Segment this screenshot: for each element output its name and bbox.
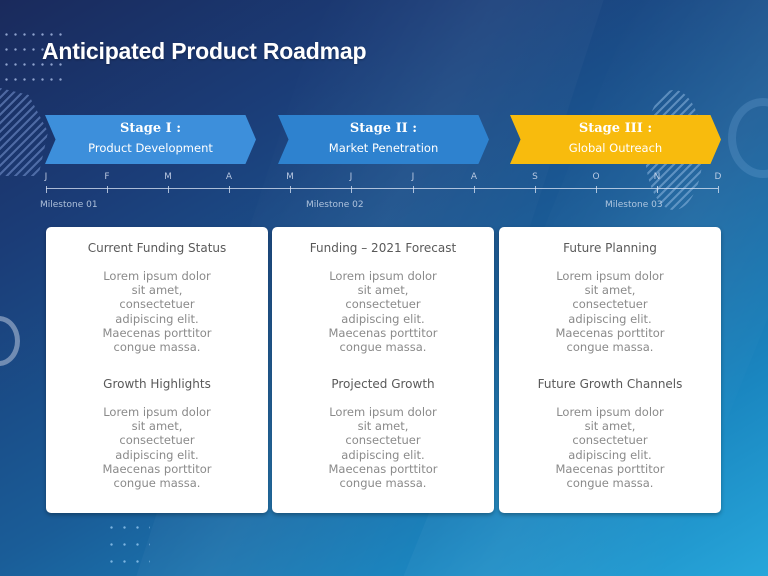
section-body: Lorem ipsum dolor sit amet, consectetuer… <box>328 269 438 355</box>
timeline-month-label: J <box>44 172 48 182</box>
stage-chevron-3: Stage III : Global Outreach <box>510 115 721 164</box>
timeline-tick <box>46 186 47 193</box>
decorative-ring <box>0 316 20 366</box>
milestone-label: Milestone 02 <box>306 200 364 210</box>
timeline-month-label: N <box>653 172 661 182</box>
timeline-month-label: O <box>592 172 600 182</box>
stage-subtitle: Market Penetration <box>328 141 439 155</box>
card-section: Projected Growth Lorem ipsum dolor sit a… <box>272 377 494 490</box>
section-heading: Future Planning <box>563 241 657 255</box>
card-section: Growth Highlights Lorem ipsum dolor sit … <box>46 377 268 490</box>
timeline-tick <box>290 186 291 193</box>
timeline-tick <box>657 186 658 193</box>
stage-chevron-1: Stage I : Product Development <box>45 115 256 164</box>
timeline-tick <box>168 186 169 193</box>
section-heading: Growth Highlights <box>103 377 211 391</box>
info-card: Current Funding Status Lorem ipsum dolor… <box>46 227 268 513</box>
card-section: Current Funding Status Lorem ipsum dolor… <box>46 241 268 354</box>
section-body: Lorem ipsum dolor sit amet, consectetuer… <box>102 269 212 355</box>
section-body: Lorem ipsum dolor sit amet, consectetuer… <box>328 405 438 491</box>
section-body: Lorem ipsum dolor sit amet, consectetuer… <box>555 269 665 355</box>
timeline-month-label: M <box>164 172 172 182</box>
stage-chevron-2: Stage II : Market Penetration <box>278 115 489 164</box>
card-section: Future Planning Lorem ipsum dolor sit am… <box>499 241 721 354</box>
milestone-label: Milestone 03 <box>605 200 663 210</box>
timeline-month-label: M <box>286 172 294 182</box>
stage-subtitle: Global Outreach <box>568 141 663 155</box>
timeline-month-label: J <box>411 172 415 182</box>
section-heading: Future Growth Channels <box>537 377 683 391</box>
timeline-month-label: F <box>104 172 110 182</box>
stage-subtitle: Product Development <box>88 141 213 155</box>
section-heading: Funding – 2021 Forecast <box>309 241 457 255</box>
decorative-hatch <box>0 88 48 176</box>
timeline-tick <box>474 186 475 193</box>
stage-title: Stage III : <box>578 121 653 136</box>
timeline-tick <box>718 186 719 193</box>
info-card: Future Planning Lorem ipsum dolor sit am… <box>499 227 721 513</box>
decorative-dots <box>104 518 150 576</box>
section-heading: Projected Growth <box>331 377 435 391</box>
timeline-tick <box>107 186 108 193</box>
decorative-ring <box>728 98 768 178</box>
timeline-month-label: A <box>470 172 478 182</box>
section-body: Lorem ipsum dolor sit amet, consectetuer… <box>102 405 212 491</box>
card-section: Future Growth Channels Lorem ipsum dolor… <box>499 377 721 490</box>
timeline-month-label: J <box>349 172 353 182</box>
info-card: Funding – 2021 Forecast Lorem ipsum dolo… <box>272 227 494 513</box>
timeline-tick <box>229 186 230 193</box>
timeline: J F M A M J J A S O N D Milestone 01 Milestone 02 M… <box>0 170 768 220</box>
stage-title: Stage II : <box>349 121 418 136</box>
stage-title: Stage I : <box>119 121 182 136</box>
timeline-axis <box>46 188 718 189</box>
section-heading: Current Funding Status <box>87 241 227 255</box>
card-section: Funding – 2021 Forecast Lorem ipsum dolo… <box>272 241 494 354</box>
milestone-label: Milestone 01 <box>40 200 98 210</box>
timeline-tick <box>351 186 352 193</box>
timeline-tick <box>535 186 536 193</box>
timeline-month-label: D <box>714 172 722 182</box>
timeline-tick <box>596 186 597 193</box>
slide-title: Anticipated Product Roadmap <box>42 38 367 64</box>
timeline-month-label: A <box>225 172 233 182</box>
section-body: Lorem ipsum dolor sit amet, consectetuer… <box>555 405 665 491</box>
timeline-tick <box>413 186 414 193</box>
timeline-month-label: S <box>532 172 538 182</box>
